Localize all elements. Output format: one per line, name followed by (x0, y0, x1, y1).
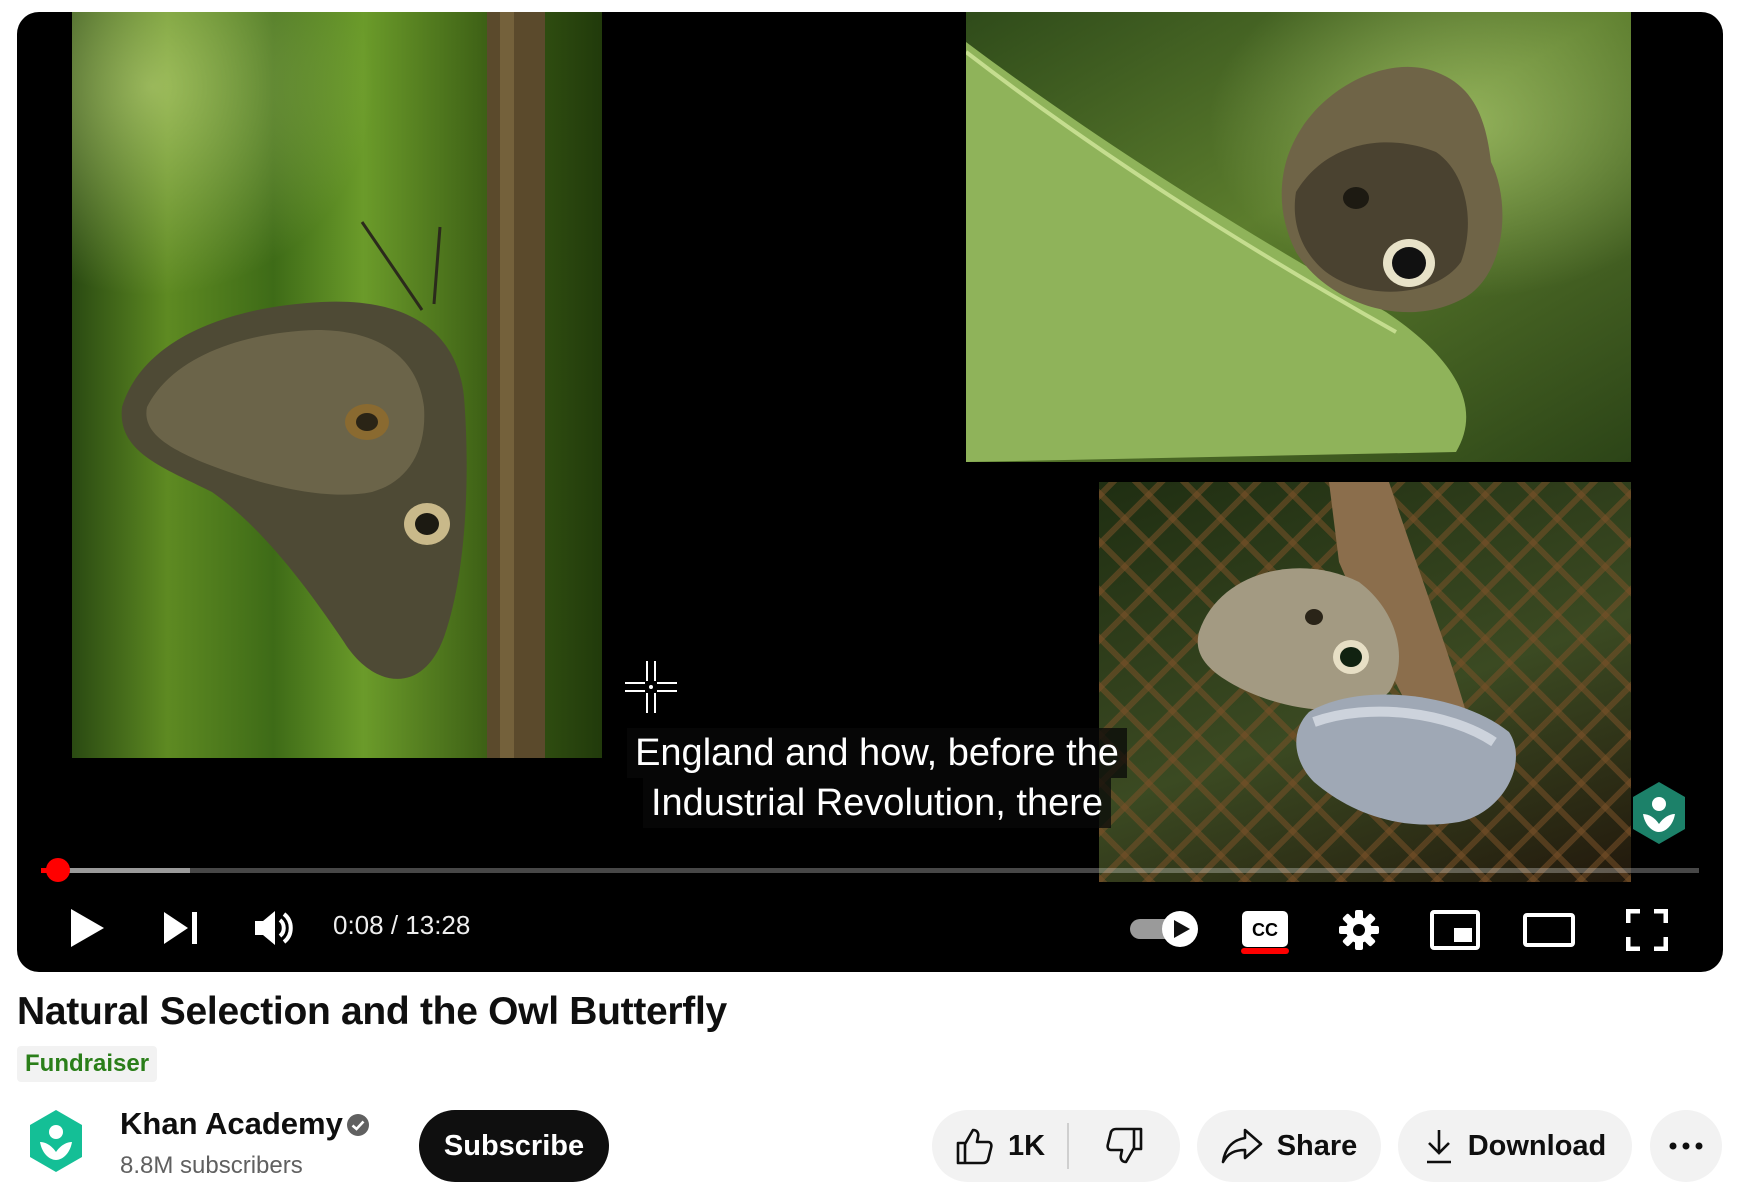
video-title: Natural Selection and the Owl Butterfly (17, 990, 727, 1033)
fullscreen-button[interactable] (1615, 900, 1679, 960)
subscriber-count: 8.8M subscribers (120, 1152, 303, 1179)
time-display: 0:08 / 13:28 (333, 910, 471, 940)
download-button[interactable]: Download (1398, 1110, 1632, 1182)
fundraiser-badge[interactable]: Fundraiser (17, 1046, 158, 1082)
khan-academy-watermark-icon[interactable] (1629, 780, 1689, 846)
owl-butterfly-on-stem-illustration (121, 12, 545, 758)
video-frame-bottom-right-butterfly (1099, 482, 1631, 882)
verified-badge-icon (347, 1114, 369, 1136)
more-actions-button[interactable] (1650, 1110, 1722, 1182)
thumbs-up-icon (956, 1128, 993, 1165)
next-button[interactable] (151, 898, 211, 958)
caption-line-2: Industrial Revolution, there (642, 778, 1112, 828)
caption-overlay: England and how, before the Industrial R… (594, 728, 1160, 828)
share-label: Share (1276, 1129, 1358, 1162)
video-frame-left-butterfly (72, 12, 602, 758)
download-label: Download (1467, 1129, 1607, 1162)
crosshair-cursor-icon (625, 661, 677, 713)
miniplayer-button[interactable] (1423, 900, 1487, 960)
gear-icon (1339, 910, 1379, 950)
subscribe-button[interactable]: Subscribe (419, 1110, 609, 1182)
thumbs-down-icon (1105, 1127, 1142, 1164)
dislike-button[interactable] (1069, 1110, 1180, 1182)
volume-icon (255, 911, 293, 945)
captions-label: CC (1252, 920, 1278, 940)
like-count: 1K (1008, 1129, 1046, 1162)
like-button[interactable]: 1K (932, 1110, 1067, 1182)
progress-scrubber-handle[interactable] (45, 858, 70, 882)
video-frame-top-right-butterfly (966, 12, 1631, 462)
progress-bar[interactable] (41, 858, 1699, 882)
next-icon (164, 912, 197, 944)
fullscreen-icon (1626, 909, 1668, 951)
captions-active-indicator (1241, 948, 1289, 954)
butterfly-on-leaf-illustration (966, 42, 1503, 462)
caption-line-1: England and how, before the (627, 728, 1127, 778)
theater-mode-button[interactable] (1517, 900, 1581, 960)
miniplayer-icon (1430, 910, 1480, 950)
channel-avatar[interactable] (27, 1108, 85, 1174)
more-horizontal-icon (1669, 1142, 1703, 1150)
download-icon (1426, 1130, 1451, 1164)
share-button[interactable]: Share (1197, 1110, 1381, 1182)
autoplay-toggle-icon (1130, 911, 1198, 947)
autoplay-toggle[interactable] (1125, 902, 1205, 956)
captions-icon: CC (1242, 911, 1288, 947)
play-button[interactable] (57, 898, 117, 958)
share-icon (1221, 1128, 1262, 1164)
video-player[interactable]: England and how, before the Industrial R… (17, 12, 1723, 972)
theater-mode-icon (1523, 913, 1575, 947)
butterfly-on-branch-illustration (1197, 482, 1516, 825)
settings-button[interactable] (1329, 900, 1389, 960)
like-dislike-group: 1K (932, 1110, 1180, 1182)
volume-button[interactable] (245, 898, 305, 958)
channel-name[interactable]: Khan Academy (120, 1106, 343, 1142)
play-icon (71, 909, 104, 947)
